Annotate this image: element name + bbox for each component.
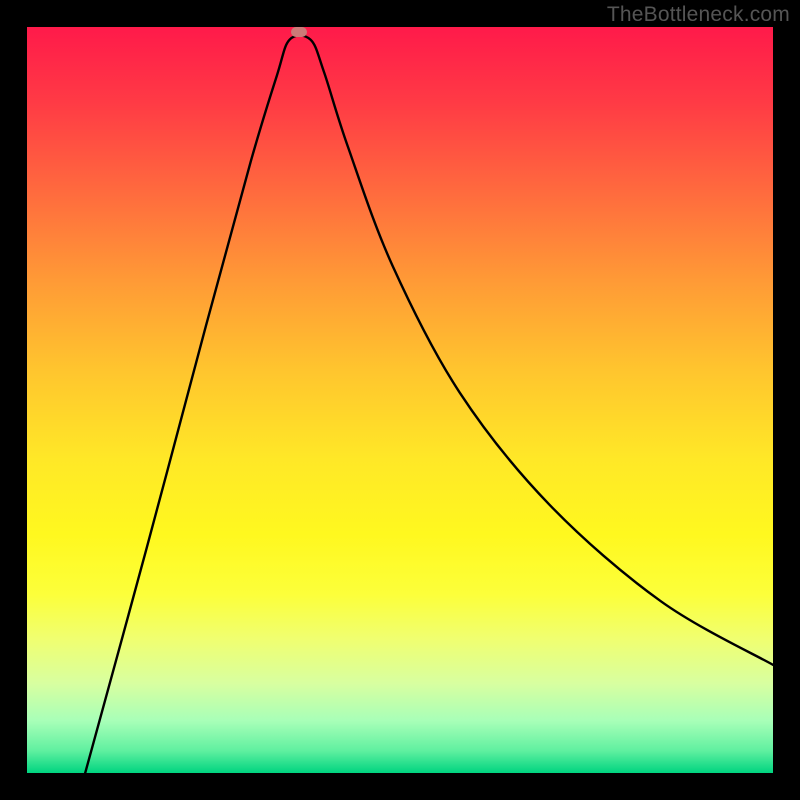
watermark-text: TheBottleneck.com xyxy=(607,3,790,27)
chart-frame: TheBottleneck.com xyxy=(0,0,800,800)
bottleneck-curve xyxy=(27,27,773,773)
optimal-point-marker xyxy=(291,27,307,37)
plot-area xyxy=(27,27,773,773)
